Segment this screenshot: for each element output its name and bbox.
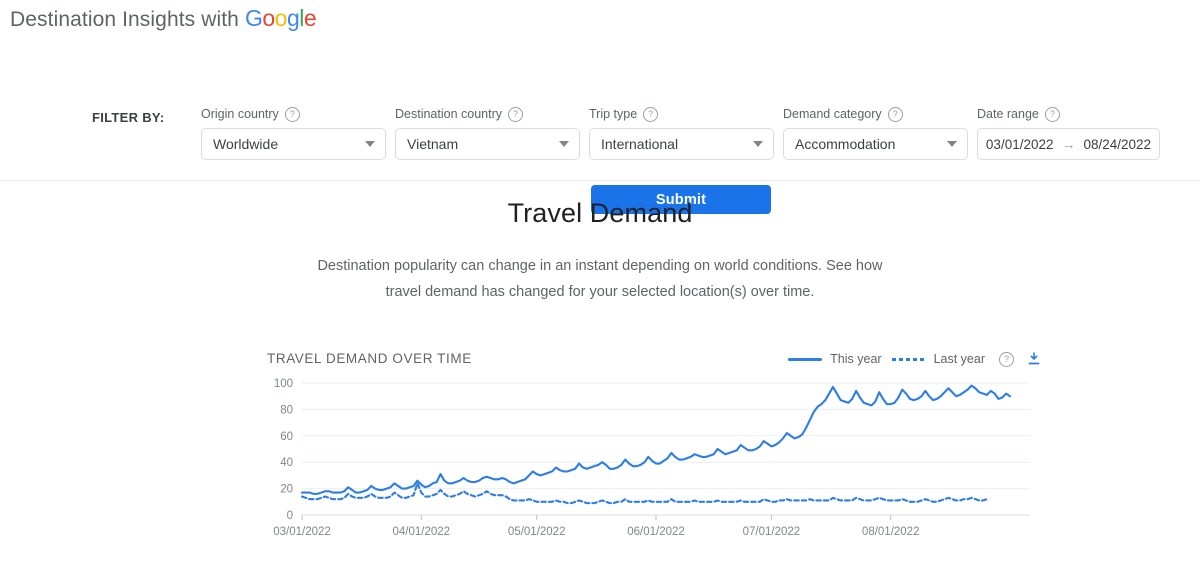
x-axis-tick-label: 04/01/2022 — [393, 526, 451, 538]
download-icon[interactable] — [1026, 351, 1042, 367]
date-range-label: Date range ? — [977, 106, 1160, 122]
y-axis-tick-label: 60 — [280, 431, 293, 443]
legend-item-this-year[interactable]: This year — [788, 352, 881, 366]
destination-country-select[interactable]: Vietnam — [395, 128, 580, 160]
destination-country-label-text: Destination country — [395, 107, 502, 121]
chart-legend: This year Last year ? — [788, 351, 1042, 367]
date-range-start[interactable]: 03/01/2022 — [986, 137, 1054, 152]
filter-by-label: FILTER BY: — [92, 110, 165, 125]
y-axis-tick-label: 40 — [280, 457, 293, 469]
origin-country-label: Origin country ? — [201, 106, 386, 122]
x-axis-tick-label: 07/01/2022 — [743, 526, 801, 538]
google-logo-letter-g2: g — [287, 5, 299, 31]
date-range-label-text: Date range — [977, 107, 1039, 121]
help-icon[interactable]: ? — [999, 352, 1014, 367]
chevron-down-icon — [753, 141, 763, 147]
dotted-line-icon — [892, 358, 926, 361]
chevron-down-icon — [365, 141, 375, 147]
chart-series-this-year — [302, 386, 1010, 494]
demand-category-label-text: Demand category — [783, 107, 882, 121]
y-axis-tick-label: 20 — [280, 484, 293, 496]
destination-country-label: Destination country ? — [395, 106, 580, 122]
y-axis-tick-label: 0 — [287, 510, 293, 522]
chevron-down-icon — [559, 141, 569, 147]
help-icon[interactable]: ? — [1045, 107, 1060, 122]
page-description: Destination popularity can change in an … — [300, 253, 900, 305]
google-logo-letter-o1: o — [262, 5, 274, 31]
google-logo-letter-g1: G — [245, 5, 262, 31]
filter-bar: FILTER BY: Origin country ? Worldwide De… — [0, 48, 1200, 180]
help-icon[interactable]: ? — [285, 107, 300, 122]
y-axis-tick-label: 100 — [274, 378, 293, 390]
x-axis-tick-label: 05/01/2022 — [508, 526, 566, 538]
app-title: Destination Insights with Google — [10, 5, 316, 32]
chevron-down-icon — [947, 141, 957, 147]
app-title-text: Destination Insights with — [10, 8, 239, 31]
legend-item-last-year[interactable]: Last year — [892, 352, 985, 366]
legend-label-last-year: Last year — [934, 352, 985, 366]
arrow-right-icon: → — [1062, 137, 1076, 151]
filter-origin-country: Origin country ? Worldwide — [201, 106, 386, 160]
trip-type-label: Trip type ? — [589, 106, 774, 122]
origin-country-value: Worldwide — [213, 136, 278, 152]
y-axis-tick-label: 80 — [280, 404, 293, 416]
chart-plot-area: 0 20 40 60 80 100 03/01/2022 04/01/2022 05/01/20… — [250, 377, 1050, 555]
x-axis-tick-label: 06/01/2022 — [627, 526, 685, 538]
origin-country-select[interactable]: Worldwide — [201, 128, 386, 160]
google-logo: Google — [245, 5, 316, 31]
help-icon[interactable]: ? — [888, 107, 903, 122]
help-icon[interactable]: ? — [508, 107, 523, 122]
legend-label-this-year: This year — [830, 352, 881, 366]
google-logo-letter-o2: o — [275, 5, 287, 31]
page-title: Travel Demand — [0, 198, 1200, 229]
trip-type-value: International — [601, 136, 678, 152]
filter-trip-type: Trip type ? International — [589, 106, 774, 160]
chart-header: TRAVEL DEMAND OVER TIME This year Last y… — [250, 345, 1050, 375]
chart-series-last-year — [302, 483, 987, 503]
date-range-end[interactable]: 08/24/2022 — [1084, 137, 1152, 152]
travel-demand-chart-card: TRAVEL DEMAND OVER TIME This year Last y… — [250, 345, 1050, 555]
x-axis-tick-label: 08/01/2022 — [862, 526, 920, 538]
trip-type-select[interactable]: International — [589, 128, 774, 160]
demand-category-value: Accommodation — [795, 136, 895, 152]
google-logo-letter-e: e — [304, 5, 316, 31]
header-divider — [0, 180, 1200, 181]
x-axis-tick-label: 03/01/2022 — [273, 526, 331, 538]
solid-line-icon — [788, 358, 822, 361]
travel-demand-line-chart: 0 20 40 60 80 100 03/01/2022 04/01/2022 05/01/20… — [250, 377, 1050, 555]
demand-category-label: Demand category ? — [783, 106, 968, 122]
filter-destination-country: Destination country ? Vietnam — [395, 106, 580, 160]
help-icon[interactable]: ? — [643, 107, 658, 122]
filter-date-range: Date range ? 03/01/2022 → 08/24/2022 — [977, 106, 1160, 160]
demand-category-select[interactable]: Accommodation — [783, 128, 968, 160]
destination-country-value: Vietnam — [407, 136, 458, 152]
filter-demand-category: Demand category ? Accommodation — [783, 106, 968, 160]
date-range-field[interactable]: 03/01/2022 → 08/24/2022 — [977, 128, 1160, 160]
trip-type-label-text: Trip type — [589, 107, 637, 121]
chart-title: TRAVEL DEMAND OVER TIME — [267, 351, 472, 366]
origin-country-label-text: Origin country — [201, 107, 279, 121]
